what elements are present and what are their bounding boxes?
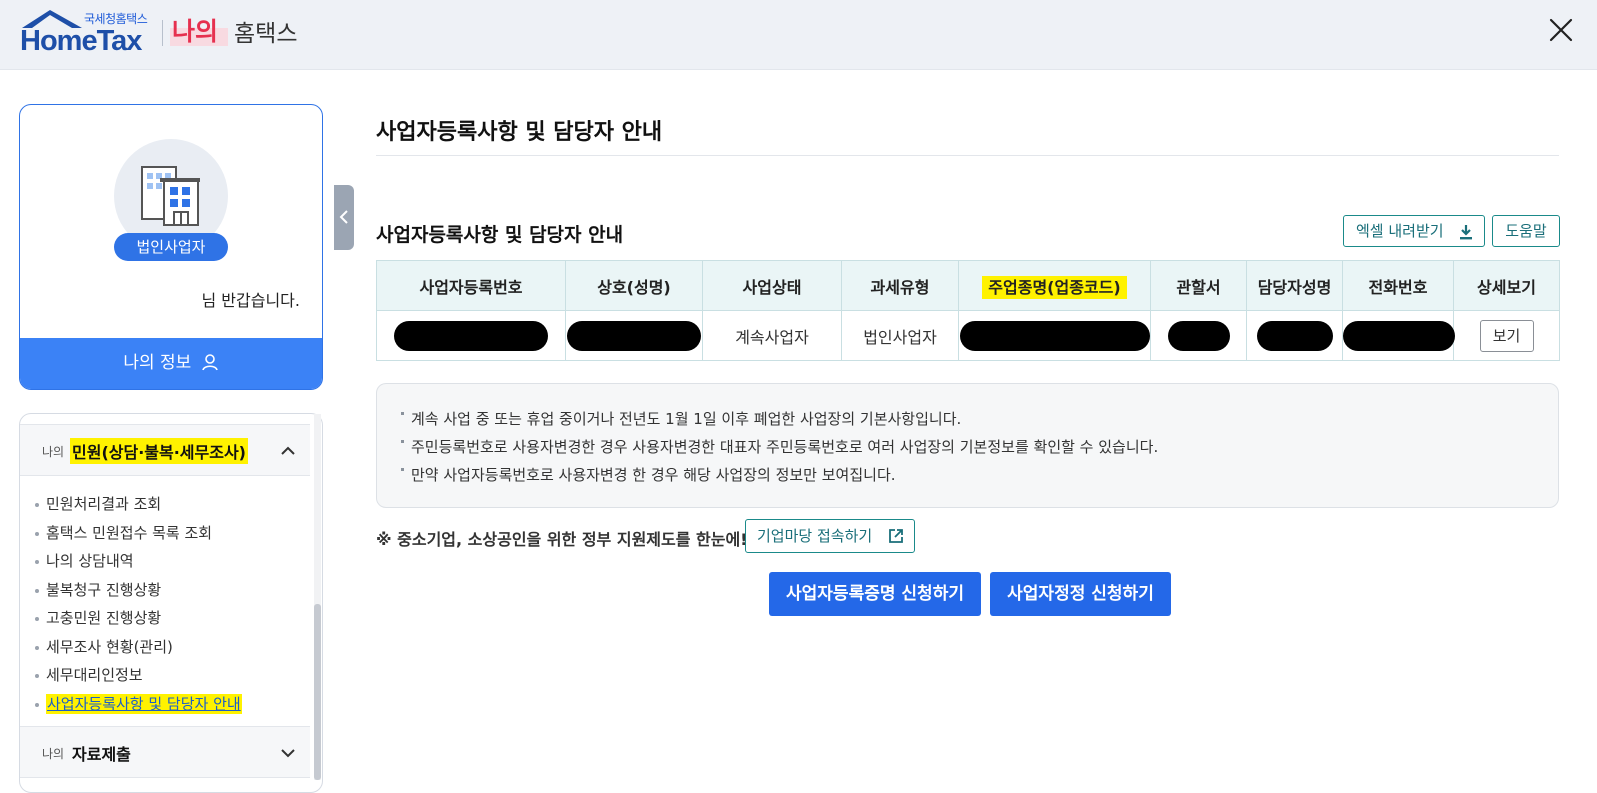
redacted-value [1256,320,1333,351]
menu-item-tax-audit[interactable]: 세무조사 현황(관리) [34,633,304,662]
sidebar-menu: 나의 민원(상담·불복·세무조사) 민원처리결과 조회 홈택스 민원접수 목록 … [19,413,323,793]
menu-item-label: 불복청구 진행상황 [46,580,162,599]
header-divider [162,20,163,46]
col-header: 관할서 [1150,260,1247,311]
external-link-icon [889,529,903,543]
table-header-row: 사업자등록번호 상호(성명) 사업상태 과세유형 주업종명(업종코드) 관할서 … [376,260,1560,311]
menu-item-label: 세무대리인정보 [46,666,143,684]
redacted-value [567,320,701,351]
menu-item-grievance-status[interactable]: 고충민원 진행상황 [34,604,304,633]
chevron-up-icon [281,446,295,455]
cell-phone [1342,310,1455,361]
business-type-badge: 법인사업자 [114,233,228,261]
sidebar-collapse-button[interactable] [334,185,354,250]
col-header: 상호(성명) [565,260,703,311]
notice-item: 계속 사업 중 또는 휴업 중이거나 전년도 1월 1일 이후 폐업한 사업장의… [399,408,961,429]
menu-section-prefix: 나의 [42,747,65,761]
col-header: 담당자성명 [1246,260,1343,311]
service-label: 홈택스 [234,21,298,47]
close-button[interactable] [1547,16,1575,44]
cell-tax-type: 법인사업자 [841,310,959,361]
menu-section-title: 민원(상담·불복·세무조사) [70,438,248,464]
redacted-value [959,320,1150,351]
notice-item: 만약 사업자등록번호로 사용자변경 한 경우 해당 사업장의 정보만 보여집니다… [399,464,896,485]
menu-item-business-registration[interactable]: 사업자등록사항 및 담당자 안내 [34,690,304,719]
title-divider [376,155,1559,156]
cell-business-status: 계속사업자 [702,310,842,361]
menu-item-list: 민원처리결과 조회 홈택스 민원접수 목록 조회 나의 상담내역 불복청구 진행… [34,490,304,718]
menu-item-label: 홈택스 민원접수 목록 조회 [46,523,213,542]
redacted-value [1343,320,1455,351]
col-header: 사업상태 [702,260,842,311]
col-header: 주업종명(업종코드) [958,260,1151,311]
cell-tax-office [1150,310,1247,361]
building-icon [141,166,200,226]
download-icon [1460,225,1472,240]
business-correction-button[interactable]: 사업자정정 신청하기 [990,572,1171,616]
logo-wordmark: HomeTax [20,25,142,57]
cell-company-name [565,310,703,361]
menu-item-label: 민원처리결과 조회 [46,495,162,513]
hometax-logo[interactable]: 국세청홈택스 HomeTax [18,8,150,60]
registration-certificate-button[interactable]: 사업자등록증명 신청하기 [769,572,981,616]
cell-officer-name [1246,310,1343,361]
table-row: 계속사업자 법인사업자 보기 [376,310,1560,361]
chevron-left-icon [339,210,348,224]
menu-section-civil-affairs[interactable]: 나의 민원(상담·불복·세무조사) [20,424,310,476]
view-detail-button[interactable]: 보기 [1479,319,1534,352]
section-title: 사업자등록사항 및 담당자 안내 [376,224,624,246]
menu-item-label: 사업자등록사항 및 담당자 안내 [46,693,242,714]
cell-detail: 보기 [1453,310,1560,361]
sidebar-scrollbar-thumb[interactable] [314,604,321,780]
menu-section-title: 자료제출 [72,745,131,764]
chevron-down-icon [281,749,295,758]
person-icon [201,354,218,371]
business-registration-table: 사업자등록번호 상호(성명) 사업상태 과세유형 주업종명(업종코드) 관할서 … [376,260,1560,361]
menu-item-consult-history[interactable]: 나의 상담내역 [34,547,304,576]
col-header: 전화번호 [1342,260,1454,311]
header: 국세청홈택스 HomeTax 나의 홈택스 [0,0,1597,70]
menu-item-label: 세무조사 현황(관리) [46,637,173,656]
page-title: 사업자등록사항 및 담당자 안내 [376,120,663,145]
notice-item: 주민등록번호로 사용자변경한 경우 사용자변경한 대표자 주민등록번호로 여러 … [399,436,1158,457]
menu-section-prefix: 나의 [42,445,65,459]
menu-item-tax-agent[interactable]: 세무대리인정보 [34,661,304,690]
menu-item-civil-result[interactable]: 민원처리결과 조회 [34,490,304,519]
bizinfo-link-button[interactable]: 기업마당 접속하기 [745,519,915,553]
menu-item-appeal-status[interactable]: 불복청구 진행상황 [34,576,304,605]
redacted-value [394,320,548,351]
cell-registration-number [376,310,566,361]
menu-item-label: 나의 상담내역 [46,552,134,570]
col-header: 사업자등록번호 [376,260,566,311]
help-button[interactable]: 도움말 [1492,215,1560,247]
col-header-highlighted: 주업종명(업종코드) [982,275,1127,299]
col-header: 상세보기 [1453,260,1560,311]
excel-download-label: 엑셀 내려받기 [1356,222,1444,240]
my-info-label: 나의 정보 [123,353,192,373]
redacted-value [1167,320,1230,351]
my-label: 나의 [172,17,219,46]
my-info-button[interactable]: 나의 정보 [20,338,322,389]
menu-section-data-submission[interactable]: 나의 자료제출 [20,726,310,778]
menu-item-label: 고충민원 진행상황 [46,609,162,627]
greeting-text: 님 반갑습니다. [201,291,301,310]
menu-item-civil-receipt-list[interactable]: 홈택스 민원접수 목록 조회 [34,519,304,548]
close-icon [1549,18,1573,42]
excel-download-button[interactable]: 엑셀 내려받기 [1343,215,1485,247]
bizinfo-link-label: 기업마당 접속하기 [757,527,873,545]
col-header: 과세유형 [841,260,959,311]
promo-text: ※ 중소기업, 소상공인을 위한 정부 지원제도를 한눈에! [376,530,748,549]
notice-box: 계속 사업 중 또는 휴업 중이거나 전년도 1월 1일 이후 폐업한 사업장의… [376,383,1559,508]
profile-card: 법인사업자 님 반갑습니다. 나의 정보 [19,104,323,390]
cell-industry [958,310,1151,361]
